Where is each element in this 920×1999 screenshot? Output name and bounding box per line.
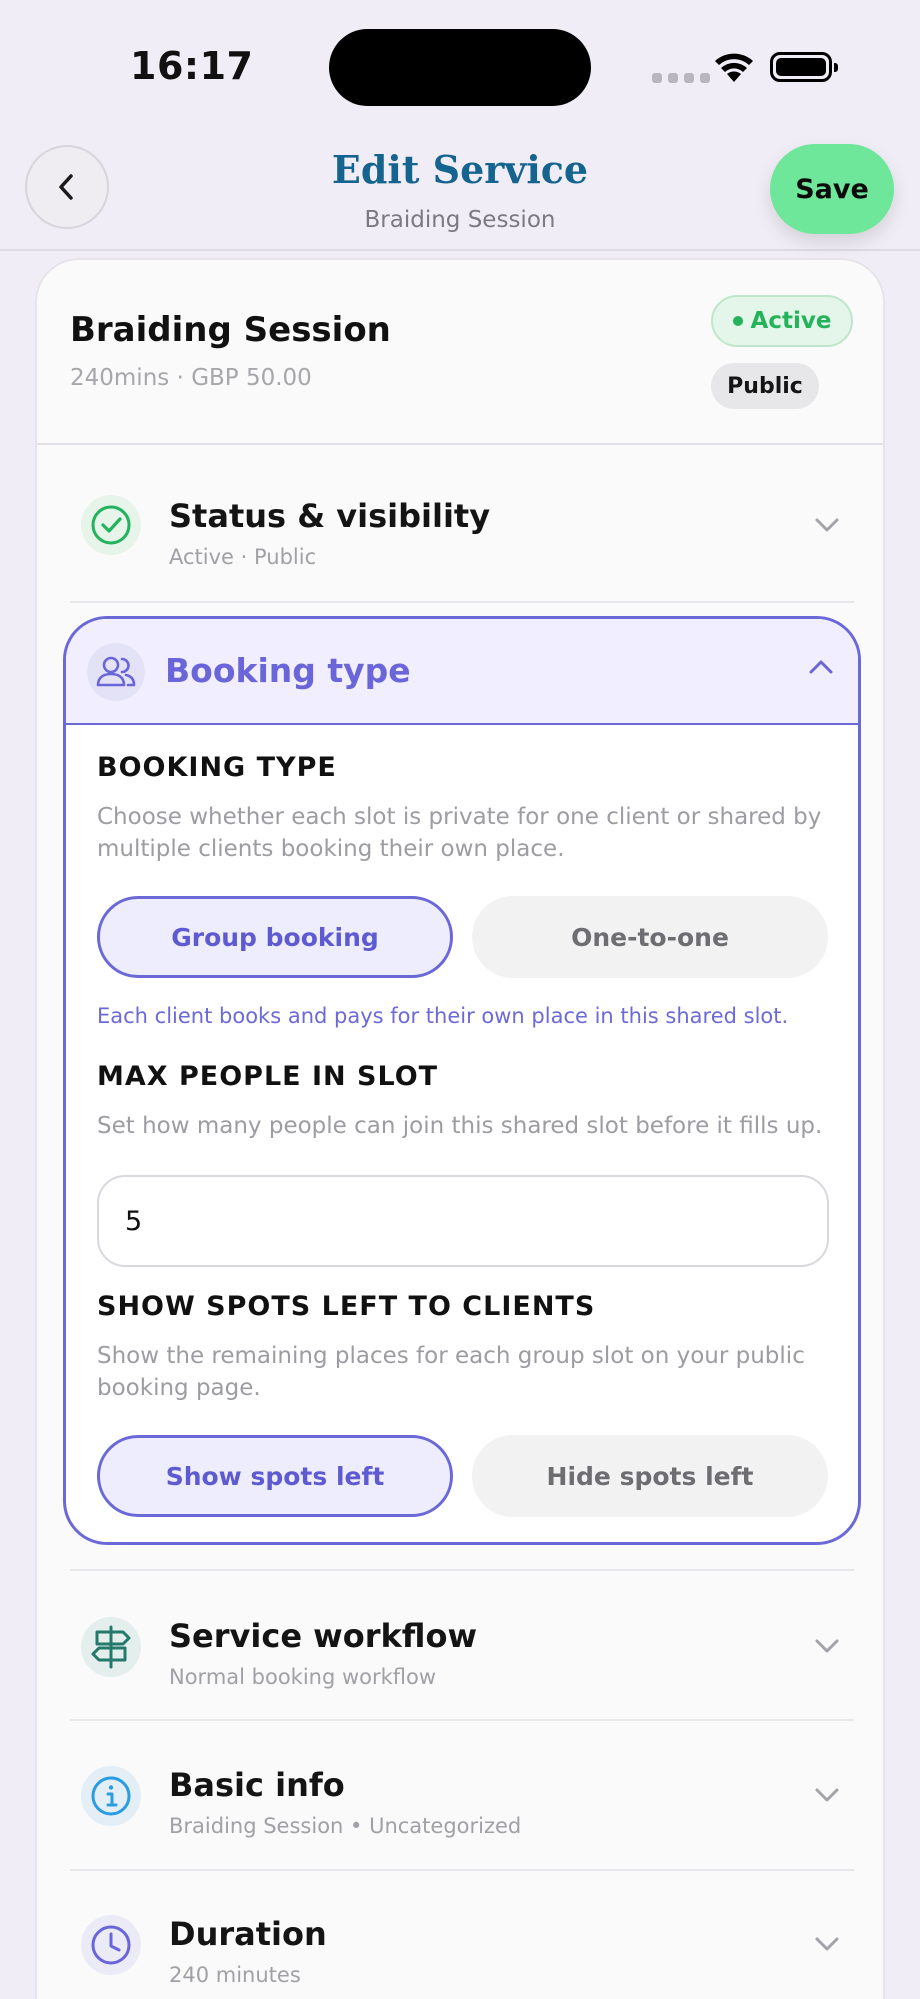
max-people-label: MAX PEOPLE IN SLOT [97, 1061, 439, 1092]
section-basic-info[interactable]: Basic info Braiding Session • Uncategori… [70, 1723, 854, 1866]
section-subtitle: Active · Public [169, 545, 317, 569]
info-icon [81, 1766, 141, 1826]
booking-type-hint: Each client books and pays for their own… [97, 1004, 789, 1028]
active-dot-icon [732, 316, 743, 326]
users-icon [87, 643, 145, 701]
service-name: Braiding Session [70, 310, 391, 350]
section-subtitle: Normal booking workflow [169, 1665, 437, 1689]
spots-left-description: Show the remaining places for each group… [97, 1343, 805, 1401]
signpost-icon [81, 1617, 141, 1677]
booking-type-label: BOOKING TYPE [97, 752, 337, 783]
battery-icon [770, 52, 838, 82]
group-booking-option[interactable]: Group booking [97, 896, 453, 978]
hide-spots-left-option[interactable]: Hide spots left [472, 1435, 828, 1517]
status-bar: 16:17 [0, 0, 920, 135]
section-service-workflow[interactable]: Service workflow Normal booking workflow [70, 1573, 854, 1716]
header: Edit Service Braiding Session Save [0, 135, 920, 251]
booking-type-header[interactable]: Booking type [66, 619, 858, 725]
booking-type-description: Choose whether each slot is private for … [97, 804, 822, 862]
chevron-down-icon [815, 1639, 839, 1653]
signal-icon [652, 73, 710, 83]
service-card: Braiding Session 240mins · GBP 50.00 Act… [35, 258, 885, 1999]
section-title: Status & visibility [169, 497, 491, 535]
max-people-input[interactable]: 5 [97, 1175, 829, 1267]
section-title: Basic info [169, 1766, 345, 1804]
section-subtitle: 240 minutes [169, 1963, 301, 1987]
divider [37, 443, 883, 445]
section-duration[interactable]: Duration 240 minutes [70, 1873, 854, 1999]
service-meta: 240mins · GBP 50.00 [70, 365, 312, 391]
section-status-visibility[interactable]: Status & visibility Active · Public [70, 455, 854, 595]
spots-left-label: SHOW SPOTS LEFT TO CLIENTS [97, 1291, 596, 1322]
one-to-one-option[interactable]: One-to-one [472, 896, 828, 978]
status-badge-label: Active [750, 308, 832, 334]
chevron-down-icon [815, 1788, 839, 1802]
clock-icon [81, 1915, 141, 1975]
divider [70, 1869, 854, 1871]
section-booking-type: Booking type BOOKING TYPE Choose whether… [63, 616, 861, 1545]
max-people-description: Set how many people can join this shared… [97, 1113, 823, 1139]
status-time: 16:17 [130, 44, 254, 88]
dynamic-island [329, 29, 591, 106]
check-circle-icon [81, 495, 141, 555]
divider [70, 1569, 854, 1571]
section-title: Duration [169, 1915, 327, 1953]
chevron-up-icon [809, 660, 833, 674]
save-button[interactable]: Save [770, 144, 894, 234]
visibility-badge: Public [711, 363, 819, 409]
section-title: Service workflow [169, 1617, 478, 1655]
booking-type-title: Booking type [165, 651, 411, 690]
section-subtitle: Braiding Session • Uncategorized [169, 1814, 522, 1838]
show-spots-left-option[interactable]: Show spots left [97, 1435, 453, 1517]
status-badge: Active [711, 295, 853, 347]
divider [70, 1719, 854, 1721]
wifi-icon [715, 53, 753, 82]
divider [70, 601, 854, 603]
chevron-down-icon [815, 518, 839, 532]
chevron-down-icon [815, 1937, 839, 1951]
